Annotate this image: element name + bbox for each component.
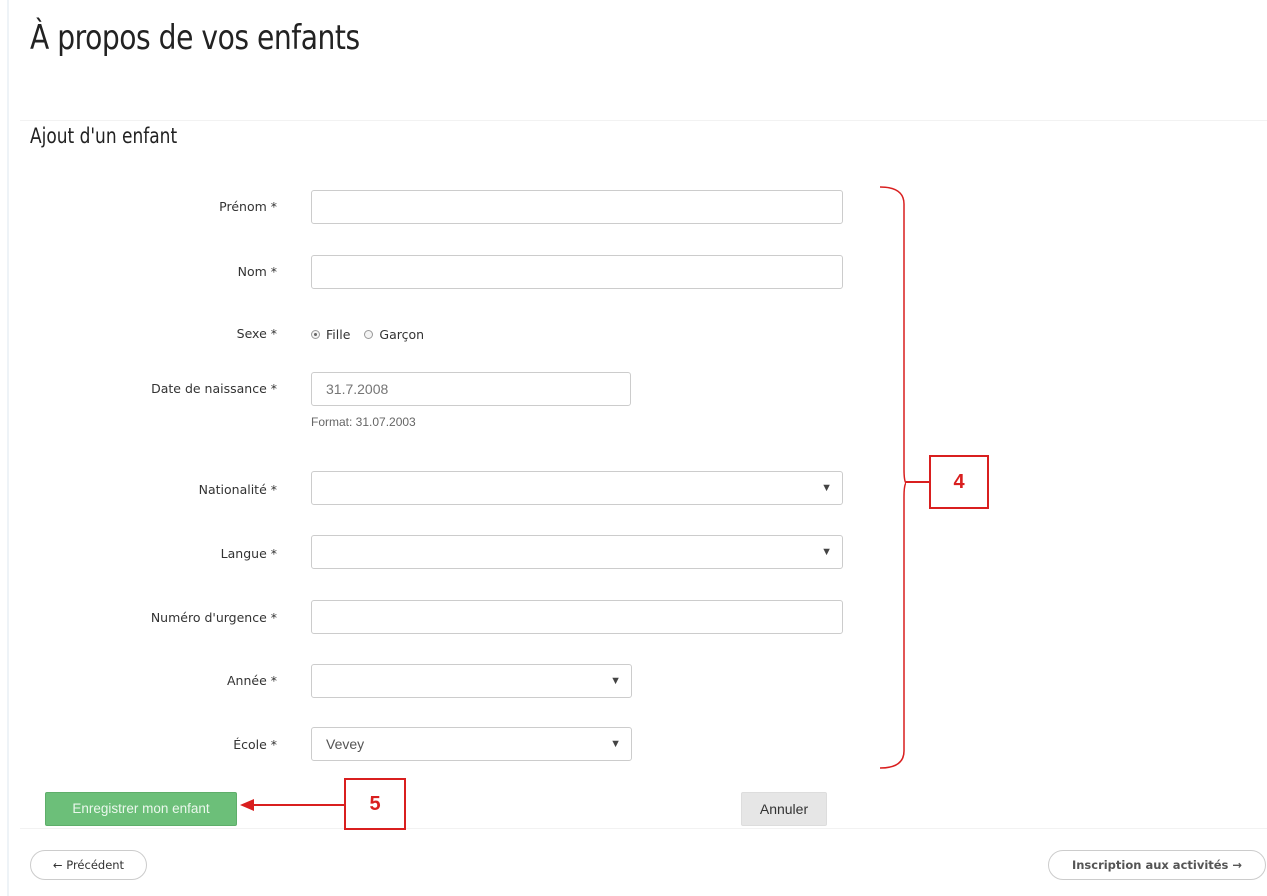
nom-label: Nom * xyxy=(237,264,277,279)
langue-select[interactable]: ▼ xyxy=(311,535,843,569)
chevron-down-icon: ▼ xyxy=(610,675,621,687)
ecole-select[interactable]: Vevey ▼ xyxy=(311,727,632,761)
ecole-label: École * xyxy=(233,737,277,752)
cancel-button[interactable]: Annuler xyxy=(741,792,827,826)
annee-select[interactable]: ▼ xyxy=(311,664,632,698)
dob-format-hint: Format: 31.07.2003 xyxy=(311,415,416,429)
chevron-down-icon: ▼ xyxy=(821,482,832,494)
annotation-callout-4: 4 xyxy=(929,455,989,509)
chevron-down-icon: ▼ xyxy=(821,546,832,558)
radio-garcon-label[interactable]: Garçon xyxy=(379,327,424,342)
annotation-bracket xyxy=(880,186,906,769)
radio-fille[interactable] xyxy=(311,330,320,339)
prenom-label: Prénom * xyxy=(219,199,277,214)
sexe-label: Sexe * xyxy=(236,326,277,341)
annotation-arrow-icon xyxy=(240,799,346,811)
annotation-callout-5: 5 xyxy=(344,778,406,830)
previous-button[interactable]: ← Précédent xyxy=(30,850,147,880)
langue-label: Langue * xyxy=(220,546,277,561)
urgence-label: Numéro d'urgence * xyxy=(150,610,277,625)
ecole-value: Vevey xyxy=(326,736,365,752)
nationalite-label: Nationalité * xyxy=(198,482,277,497)
next-activities-button[interactable]: Inscription aux activités → xyxy=(1048,850,1266,880)
prenom-input[interactable] xyxy=(311,190,843,224)
left-border xyxy=(7,0,9,896)
chevron-down-icon: ▼ xyxy=(610,738,621,750)
page-title: À propos de vos enfants xyxy=(30,18,360,58)
radio-fille-label[interactable]: Fille xyxy=(326,327,350,342)
annotation-connector xyxy=(906,481,930,483)
nom-input[interactable] xyxy=(311,255,843,289)
radio-garcon[interactable] xyxy=(364,330,374,339)
urgence-input[interactable] xyxy=(311,600,843,634)
nationalite-select[interactable]: ▼ xyxy=(311,471,843,505)
save-child-button[interactable]: Enregistrer mon enfant xyxy=(45,792,237,826)
dob-input[interactable] xyxy=(311,372,631,406)
divider xyxy=(20,828,1267,829)
sexe-radio-group: Fille Garçon xyxy=(311,327,432,342)
annee-label: Année * xyxy=(227,673,277,688)
section-title: Ajout d'un enfant xyxy=(30,124,178,148)
divider xyxy=(20,120,1267,121)
dob-label: Date de naissance * xyxy=(151,381,277,396)
